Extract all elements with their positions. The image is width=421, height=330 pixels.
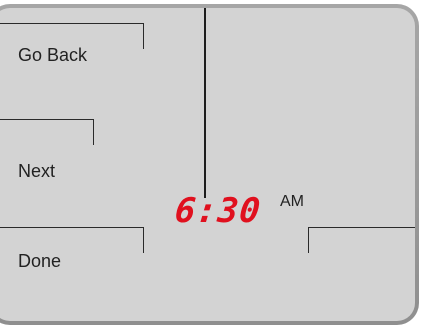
- display-screen: Go Back Next Done 6:30 AM: [0, 8, 415, 321]
- clock-period: AM: [280, 193, 304, 210]
- clock-time: 6:30: [172, 191, 263, 231]
- right-softkey-bracket[interactable]: [308, 227, 415, 253]
- go-back-button[interactable]: Go Back: [18, 46, 87, 64]
- callout-line: [204, 8, 206, 198]
- next-button[interactable]: Next: [18, 162, 55, 180]
- next-bracket: [0, 119, 94, 145]
- done-bracket: [0, 227, 144, 253]
- done-button[interactable]: Done: [18, 252, 61, 270]
- thermostat-device: Go Back Next Done 6:30 AM: [0, 4, 419, 325]
